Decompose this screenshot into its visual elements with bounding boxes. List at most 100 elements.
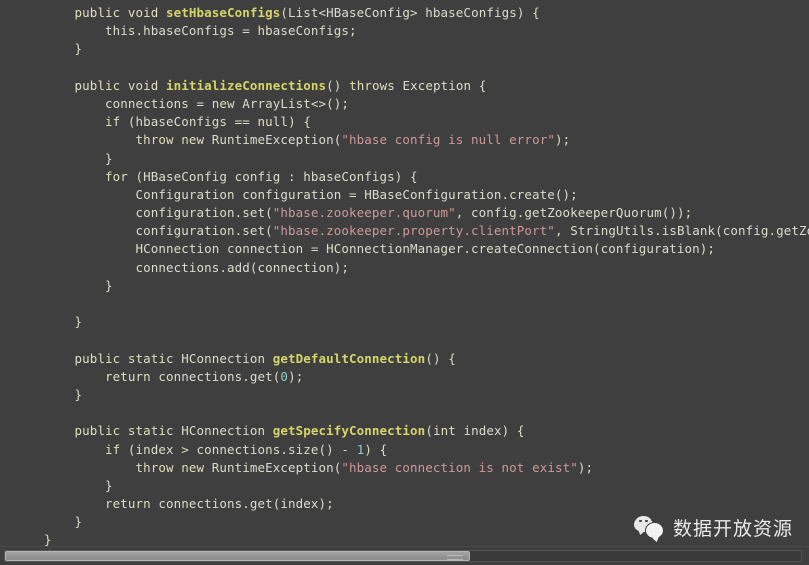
code-line: configuration.set("hbase.zookeeper.quoru… [44,204,809,222]
scrollbar-track[interactable] [4,550,802,562]
code-token: public void [74,5,167,20]
code-token: HConnection [181,423,273,439]
code-line: } [44,531,809,546]
code-token: RuntimeException( [211,459,342,475]
code-token: (List<HBaseConfig> hbaseConfigs) { [280,5,540,20]
code-token: throws [349,77,403,93]
code-editor-window: public void setHbaseConfigs(List<HBaseCo… [0,0,809,565]
code-token: "hbase config is null error" [341,132,555,148]
code-line: for (HBaseConfig config : hbaseConfigs) … [44,168,809,186]
code-line: } [44,277,809,295]
code-line: public static HConnection getDefaultConn… [44,350,809,368]
code-viewport[interactable]: public void setHbaseConfigs(List<HBaseCo… [0,0,809,546]
code-token: this.hbaseConfigs = hbaseConfigs; [44,23,357,39]
code-token: ); [288,368,304,384]
code-line: public void setHbaseConfigs(List<HBaseCo… [44,4,809,22]
scrollbar-thumb[interactable] [5,551,470,561]
code-token: index) { [463,423,525,439]
code-line: } [44,386,809,404]
code-token: initializeConnections [166,77,327,93]
code-token: getSpecifyConnection [272,423,426,439]
code-line: public void initializeConnections() thro… [44,77,809,95]
code-line: } [44,477,809,495]
code-token: } [44,314,83,330]
code-line: } [44,313,809,331]
code-token: (hbaseConfigs == [127,114,258,130]
horizontal-scrollbar[interactable] [0,546,809,565]
code-token: ( [425,423,433,439]
code-token: } [44,386,83,402]
code-token: throw new [135,132,212,148]
code-token: } [44,477,113,493]
code-line: HConnection connection = HConnectionMana… [44,240,809,258]
code-token: ); [554,132,571,148]
code-token: "hbase.zookeeper.property.clientPort" [272,223,555,239]
code-token: if [105,114,128,130]
code-token: "hbase.zookeeper.quorum" [272,205,456,221]
code-token: public static [74,350,182,366]
code-line: throw new RuntimeException("hbase connec… [44,459,809,477]
code-token: ); [577,459,594,475]
code-token: connections = [44,95,212,111]
code-token: HConnection [181,350,273,366]
code-line: Configuration configuration = HBaseConfi… [44,186,809,204]
code-token: setHbaseConfigs [166,5,281,20]
code-token: new [211,95,243,111]
code-line: if (hbaseConfigs == null) { [44,113,809,131]
code-line: connections.add(connection); [44,259,809,277]
code-token: for [105,168,136,184]
code-token: connections.add(connection); [44,259,350,275]
code-token: HConnection connection = HConnectionMana… [44,241,716,257]
code-token: public static [74,423,182,439]
code-token: ArrayList<>(); [242,95,350,111]
code-token: ) { [288,114,311,130]
code-token: getDefaultConnection [272,350,426,366]
code-token: ) { [364,441,388,457]
code-token: () { [425,350,456,366]
code-token: public void [74,77,167,93]
code-token: return [105,368,159,384]
code-token: } [44,532,52,546]
code-token: int [432,423,464,439]
code-line: throw new RuntimeException("hbase config… [44,131,809,149]
code-token: , config.getZookeeperQuorum()); [455,205,693,221]
code-token: } [44,277,113,293]
scrollbar-thumb-grip [447,555,463,560]
code-content: public void setHbaseConfigs(List<HBaseCo… [0,4,809,546]
code-token: configuration.set( [44,205,273,221]
code-token: "hbase connection is not exist" [341,459,578,475]
code-token: RuntimeException( [211,132,342,148]
code-token: () [326,77,350,93]
code-line: return connections.get(index); [44,495,809,513]
code-line: this.hbaseConfigs = hbaseConfigs; [44,22,809,40]
code-line: return connections.get(0); [44,368,809,386]
code-token: connections.get(index); [158,496,334,512]
code-token: (HBaseConfig config : hbaseConfigs) { [135,168,418,184]
code-token: if [105,441,128,457]
code-line: } [44,150,809,168]
code-line: if (index > connections.size() - 1) { [44,441,809,459]
code-line: } [44,40,809,58]
code-line: connections = new ArrayList<>(); [44,95,809,113]
code-token: throw new [135,459,212,475]
code-token: configuration.set( [44,223,273,239]
code-token: null [257,114,289,130]
code-token: connections.get( [158,368,281,384]
code-line: } [44,513,809,531]
code-token: } [44,514,83,530]
code-token: } [44,41,83,57]
